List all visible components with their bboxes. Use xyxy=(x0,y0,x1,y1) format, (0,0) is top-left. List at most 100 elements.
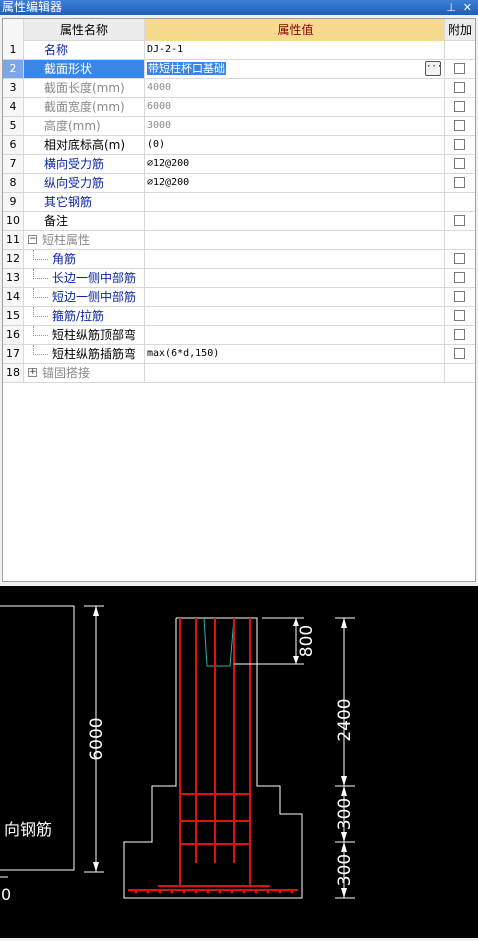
row-number[interactable]: 10 xyxy=(3,212,24,230)
property-value-cell[interactable] xyxy=(145,231,445,249)
table-row[interactable]: 5 高度(mm) 3000 xyxy=(3,117,475,136)
row-number[interactable]: 17 xyxy=(3,345,24,363)
table-row[interactable]: 9 其它钢筋 xyxy=(3,193,475,212)
extra-checkbox[interactable] xyxy=(454,291,465,302)
property-name-cell[interactable]: 横向受力筋 xyxy=(24,155,145,173)
property-value-cell[interactable] xyxy=(145,212,445,230)
extra-checkbox[interactable] xyxy=(454,158,465,169)
property-name-cell[interactable]: 短柱纵筋插筋弯 xyxy=(24,345,145,363)
property-value-cell[interactable]: 4000 xyxy=(145,79,445,97)
table-row[interactable]: 13 长边一侧中部筋 xyxy=(3,269,475,288)
extra-cell xyxy=(445,345,475,363)
row-number[interactable]: 14 xyxy=(3,288,24,306)
header-row: 属性名称 属性值 附加 xyxy=(3,19,475,41)
expand-icon[interactable]: + xyxy=(28,368,37,377)
property-value-cell[interactable] xyxy=(145,326,445,344)
property-value-cell[interactable] xyxy=(145,269,445,287)
close-icon[interactable]: ✕ xyxy=(463,0,472,15)
row-number[interactable]: 3 xyxy=(3,79,24,97)
property-value-cell[interactable]: DJ-2-1 xyxy=(145,41,445,59)
table-row[interactable]: 14 短边一侧中部筋 xyxy=(3,288,475,307)
property-value-cell[interactable] xyxy=(145,307,445,325)
table-row[interactable]: 10 备注 xyxy=(3,212,475,231)
row-number[interactable]: 1 xyxy=(3,41,24,59)
table-row[interactable]: 3 截面长度(mm) 4000 xyxy=(3,79,475,98)
property-value-cell[interactable]: (0) xyxy=(145,136,445,154)
property-name-cell[interactable]: + 锚固搭接 xyxy=(24,364,145,382)
extra-checkbox[interactable] xyxy=(454,329,465,340)
extra-checkbox[interactable] xyxy=(454,253,465,264)
property-name-cell[interactable]: 角筋 xyxy=(24,250,145,268)
table-row[interactable]: 4 截面宽度(mm) 6000 xyxy=(3,98,475,117)
table-row[interactable]: 2 截面形状 带短柱杯口基础 ··· xyxy=(3,60,475,79)
row-number[interactable]: 12 xyxy=(3,250,24,268)
table-row[interactable]: 12 角筋 xyxy=(3,250,475,269)
property-name-cell[interactable]: 箍筋/拉筋 xyxy=(24,307,145,325)
property-value-cell[interactable]: ⌀12@200 xyxy=(145,155,445,173)
property-value-cell[interactable] xyxy=(145,288,445,306)
property-name-cell[interactable]: 纵向受力筋 xyxy=(24,174,145,192)
property-name-cell[interactable]: 截面形状 xyxy=(24,60,145,78)
property-name-cell[interactable]: − 短柱属性 xyxy=(24,231,145,249)
row-number[interactable]: 9 xyxy=(3,193,24,211)
property-value-cell[interactable]: max(6*d,150) xyxy=(145,345,445,363)
collapse-icon[interactable]: − xyxy=(28,235,37,244)
table-row[interactable]: 1 名称 DJ-2-1 xyxy=(3,41,475,60)
extra-checkbox[interactable] xyxy=(454,272,465,283)
table-row[interactable]: 7 横向受力筋 ⌀12@200 xyxy=(3,155,475,174)
table-row[interactable]: 8 纵向受力筋 ⌀12@200 xyxy=(3,174,475,193)
property-name-cell[interactable]: 短边一侧中部筋 xyxy=(24,288,145,306)
row-number[interactable]: 15 xyxy=(3,307,24,325)
property-name-cell[interactable]: 名称 xyxy=(24,41,145,59)
row-number[interactable]: 2 xyxy=(3,60,24,78)
row-number[interactable]: 6 xyxy=(3,136,24,154)
property-value-cell[interactable]: 6000 xyxy=(145,98,445,116)
extra-checkbox[interactable] xyxy=(454,120,465,131)
extra-checkbox[interactable] xyxy=(454,177,465,188)
extra-checkbox[interactable] xyxy=(454,82,465,93)
property-name-cell[interactable]: 长边一侧中部筋 xyxy=(24,269,145,287)
property-value-cell[interactable] xyxy=(145,250,445,268)
row-number[interactable]: 7 xyxy=(3,155,24,173)
table-row[interactable]: 11− 短柱属性 xyxy=(3,231,475,250)
row-number[interactable]: 16 xyxy=(3,326,24,344)
property-name-cell[interactable]: 短柱纵筋顶部弯 xyxy=(24,326,145,344)
property-name-cell[interactable]: 备注 xyxy=(24,212,145,230)
property-name-cell[interactable]: 其它钢筋 xyxy=(24,193,145,211)
property-name-cell[interactable]: 相对底标高(m) xyxy=(24,136,145,154)
table-row[interactable]: 18 + 锚固搭接 xyxy=(3,364,475,383)
property-name-label: 截面形状 xyxy=(44,62,93,76)
value-column-header[interactable]: 属性值 xyxy=(145,19,445,41)
row-number[interactable]: 11 xyxy=(3,231,24,249)
table-row[interactable]: 15 箍筋/拉筋 xyxy=(3,307,475,326)
name-column-header[interactable]: 属性名称 xyxy=(24,19,145,41)
row-number[interactable]: 4 xyxy=(3,98,24,116)
ellipsis-button[interactable]: ··· xyxy=(425,61,442,76)
property-value-cell[interactable]: 带短柱杯口基础 ··· xyxy=(145,60,445,78)
extra-cell xyxy=(445,307,475,325)
row-number[interactable]: 13 xyxy=(3,269,24,287)
property-value-cell[interactable] xyxy=(145,193,445,211)
extra-checkbox[interactable] xyxy=(454,310,465,321)
extra-column-header[interactable]: 附加 xyxy=(445,19,475,41)
table-row[interactable]: 17 短柱纵筋插筋弯 max(6*d,150) xyxy=(3,345,475,364)
pin-icon[interactable]: ⊥ xyxy=(446,0,456,15)
table-row[interactable]: 6 相对底标高(m) (0) xyxy=(3,136,475,155)
extra-checkbox[interactable] xyxy=(454,101,465,112)
extra-checkbox[interactable] xyxy=(454,139,465,150)
extra-checkbox[interactable] xyxy=(454,348,465,359)
property-name-cell[interactable]: 高度(mm) xyxy=(24,117,145,135)
property-name-cell[interactable]: 截面宽度(mm) xyxy=(24,98,145,116)
zero-label: 0 xyxy=(1,885,11,904)
extra-checkbox[interactable] xyxy=(454,63,465,74)
row-number[interactable]: 18 xyxy=(3,364,24,382)
row-number[interactable]: 8 xyxy=(3,174,24,192)
row-number[interactable]: 5 xyxy=(3,117,24,135)
property-value-cell[interactable] xyxy=(145,364,445,382)
property-value-cell[interactable]: ⌀12@200 xyxy=(145,174,445,192)
extra-checkbox[interactable] xyxy=(454,215,465,226)
property-name-label: 纵向受力筋 xyxy=(44,176,105,190)
property-value-cell[interactable]: 3000 xyxy=(145,117,445,135)
property-name-cell[interactable]: 截面长度(mm) xyxy=(24,79,145,97)
table-row[interactable]: 16 短柱纵筋顶部弯 xyxy=(3,326,475,345)
